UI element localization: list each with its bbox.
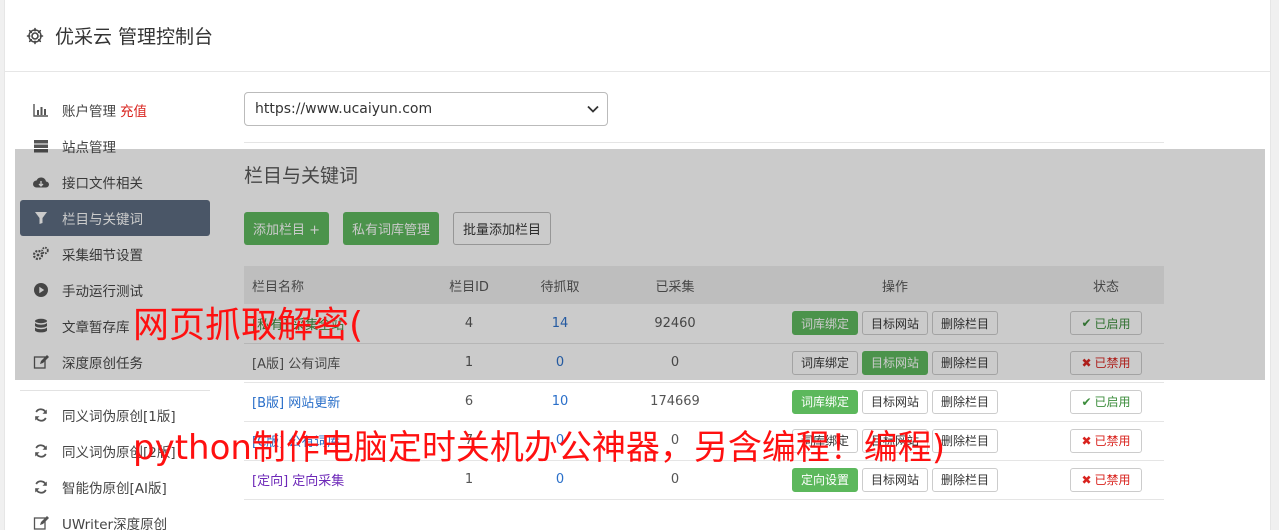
pending-count[interactable]: 10: [512, 382, 608, 421]
divider: [244, 142, 1164, 143]
watermark-line-2: python制作电脑定时关机办公神器，另含编程！编程): [133, 428, 946, 468]
sidebar-item-label: 文章暂存库: [62, 320, 130, 336]
bind-lexicon-button[interactable]: 词库绑定: [791, 350, 858, 375]
bar-chart-icon: [32, 102, 50, 118]
bind-lexicon-button[interactable]: 词库绑定: [791, 389, 858, 414]
site-select-value: https://www.ucaiyun.com: [255, 101, 433, 117]
delete-column-button[interactable]: 删除栏目: [932, 467, 999, 492]
server-icon: [32, 138, 50, 154]
top-header: 优采云 管理控制台: [5, 0, 1270, 72]
add-column-button[interactable]: 添加栏目 +: [244, 212, 330, 245]
recharge-link[interactable]: 充值: [120, 100, 147, 120]
close-icon: ✖: [1081, 472, 1092, 487]
directed-settings-button[interactable]: 定向设置: [791, 467, 858, 492]
delete-column-button[interactable]: 删除栏目: [932, 350, 999, 375]
sidebar-divider: [20, 390, 210, 391]
collected-count: 92460: [654, 315, 696, 331]
toolbar: 添加栏目 + 私有词库管理 批量添加栏目: [244, 212, 1164, 245]
private-lexicon-button[interactable]: 私有词库管理: [343, 212, 440, 245]
close-icon: ✖: [1081, 355, 1092, 370]
batch-add-column-button[interactable]: 批量添加栏目: [453, 212, 552, 245]
sidebar-item-sites[interactable]: 站点管理: [20, 128, 210, 164]
play-circle-icon: [32, 282, 50, 298]
sidebar-item-label: 深度原创任务: [62, 356, 143, 372]
target-site-button[interactable]: 目标网站: [861, 389, 928, 414]
target-site-button[interactable]: 目标网站: [861, 311, 928, 336]
target-site-button[interactable]: 目标网站: [861, 350, 928, 375]
section-title: 栏目与关键词: [244, 165, 359, 187]
sidebar-item-label: 账户管理: [62, 104, 116, 120]
edit-icon: [32, 515, 50, 530]
sidebar-item-account[interactable]: 账户管理 充值: [20, 92, 210, 128]
pending-count[interactable]: 14: [512, 304, 608, 343]
refresh-icon: [32, 479, 50, 495]
bind-lexicon-button[interactable]: 词库绑定: [791, 311, 858, 336]
column-id: 6: [464, 394, 474, 409]
col-header-id: 栏目ID: [449, 279, 489, 295]
pending-count[interactable]: 0: [512, 343, 608, 382]
watermark-line-1: 网页抓取解密(: [133, 305, 364, 346]
collected-count: 0: [670, 355, 680, 370]
status-toggle[interactable]: ✔ 已启用: [1070, 311, 1142, 336]
status-toggle[interactable]: ✖ 已禁用: [1070, 350, 1142, 375]
table-row: [A版] 公有词库 1 0 0 词库绑定 目标网站 删除栏目 ✖ 已禁用: [244, 343, 1164, 382]
col-header-status: 状态: [1092, 279, 1119, 295]
col-header-collected: 已采集: [655, 279, 695, 295]
column-id: 4: [464, 315, 474, 331]
sidebar-item-label: 手动运行测试: [62, 284, 143, 300]
cloud-download-icon: [32, 174, 50, 190]
column-name[interactable]: [B版] 网站更新: [244, 382, 426, 421]
sidebar-item-columns-keywords[interactable]: 栏目与关键词: [20, 200, 210, 236]
sidebar-item-label: 接口文件相关: [62, 176, 143, 192]
delete-column-button[interactable]: 删除栏目: [932, 311, 999, 336]
edit-icon: [32, 354, 50, 370]
gears-icon: [32, 246, 50, 262]
site-select[interactable]: https://www.ucaiyun.com: [244, 92, 608, 126]
delete-column-button[interactable]: 删除栏目: [932, 389, 999, 414]
status-toggle[interactable]: ✖ 已禁用: [1070, 467, 1142, 492]
sidebar-item-interface-files[interactable]: 接口文件相关: [20, 164, 210, 200]
sidebar-item-collect-settings[interactable]: 采集细节设置: [20, 236, 210, 272]
sidebar-item-ai-original[interactable]: 智能伪原创[AI版]: [20, 469, 210, 505]
page-title: 优采云 管理控制台: [55, 26, 214, 48]
close-icon: ✖: [1081, 433, 1092, 448]
database-icon: [32, 318, 50, 334]
col-header-pending: 待抓取: [540, 279, 580, 295]
sidebar-item-uwriter[interactable]: UWriter深度原创: [20, 505, 210, 530]
check-icon: ✔: [1081, 394, 1092, 409]
sidebar-item-label: 智能伪原创[AI版]: [62, 481, 167, 497]
table-row: [B版] 网站更新 6 10 174669 词库绑定 目标网站 删除栏目 ✔ 已启…: [244, 382, 1164, 421]
gear-icon[interactable]: [25, 26, 45, 46]
sidebar-item-label: 采集细节设置: [62, 248, 143, 264]
table-row: [私有] 采集全站 4 14 92460 词库绑定 目标网站 删除栏目 ✔ 已启用: [244, 304, 1164, 343]
col-header-actions: 操作: [881, 279, 908, 295]
column-id: 1: [464, 355, 474, 370]
chevron-down-icon: [587, 101, 599, 117]
collected-count: 174669: [650, 394, 700, 409]
check-icon: ✔: [1081, 316, 1092, 331]
refresh-icon: [32, 407, 50, 423]
sidebar-item-label: 站点管理: [62, 140, 116, 156]
status-toggle[interactable]: ✖ 已禁用: [1070, 428, 1142, 453]
status-toggle[interactable]: ✔ 已启用: [1070, 389, 1142, 414]
sidebar-item-label: 栏目与关键词: [62, 212, 143, 228]
sidebar-item-deep-original[interactable]: 深度原创任务: [20, 344, 210, 380]
target-site-button[interactable]: 目标网站: [861, 467, 928, 492]
refresh-icon: [32, 443, 50, 459]
filter-icon: [32, 210, 50, 226]
sidebar-item-label: UWriter深度原创: [62, 517, 168, 530]
column-name[interactable]: [A版] 公有词库: [244, 343, 426, 382]
table-header-row: 栏目名称 栏目ID 待抓取 已采集 操作 状态: [244, 266, 1164, 304]
